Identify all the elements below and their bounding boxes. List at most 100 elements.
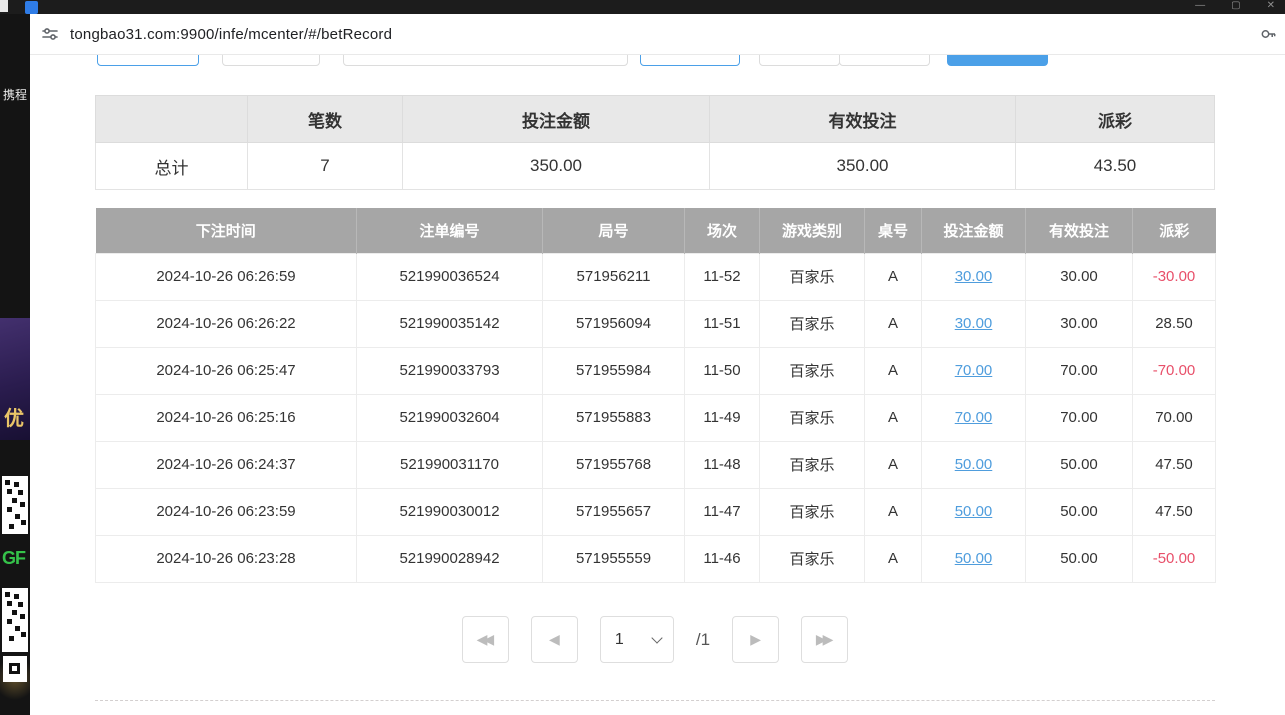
dashed-separator xyxy=(95,700,1215,701)
order-number-cell: 521990031170 xyxy=(357,441,543,488)
summary-header-valid: 有效投注 xyxy=(709,95,1015,143)
browser-titlebar: — ▢ ✕ xyxy=(0,0,1285,14)
url-text[interactable]: tongbao31.com:9900/infe/mcenter/#/betRec… xyxy=(70,26,392,43)
last-page-button[interactable]: ▶▶ xyxy=(801,616,848,663)
bet-time-cell: 2024-10-26 06:26:22 xyxy=(96,300,357,347)
order-number-cell: 521990036524 xyxy=(357,253,543,300)
browser-urlbar: tongbao31.com:9900/infe/mcenter/#/betRec… xyxy=(30,14,1285,55)
summary-total-label: 总计 xyxy=(95,143,247,190)
session-cell: 11-48 xyxy=(685,441,760,488)
pagination: ◀◀ ◀ 1 /1 ▶ ▶▶ xyxy=(95,616,1215,663)
prev-page-icon: ◀ xyxy=(549,631,560,648)
payout-cell: 47.50 xyxy=(1133,441,1216,488)
payout-cell: -30.00 xyxy=(1133,253,1216,300)
table-number-cell: A xyxy=(865,441,922,488)
table-row: 2024-10-26 06:25:47521990033793571955984… xyxy=(96,347,1216,394)
bet-time-cell: 2024-10-26 06:23:59 xyxy=(96,488,357,535)
bet-amount-link[interactable]: 30.00 xyxy=(955,268,993,285)
round-number-cell: 571955657 xyxy=(543,488,685,535)
game-type-cell: 百家乐 xyxy=(760,347,865,394)
payout-cell: 47.50 xyxy=(1133,488,1216,535)
payout-cell: -50.00 xyxy=(1133,535,1216,582)
bet-amount-link[interactable]: 50.00 xyxy=(955,456,993,473)
qr-code-1 xyxy=(2,476,28,534)
valid-bet-cell: 50.00 xyxy=(1026,535,1133,582)
order-number-cell: 521990030012 xyxy=(357,488,543,535)
first-page-icon: ◀◀ xyxy=(477,631,491,648)
table-number-cell: A xyxy=(865,488,922,535)
maximize-button[interactable]: ▢ xyxy=(1231,0,1240,13)
session-cell: 11-46 xyxy=(685,535,760,582)
game-type-cell: 百家乐 xyxy=(760,535,865,582)
summary-payout-value: 43.50 xyxy=(1015,143,1215,190)
tab-favicon-icon xyxy=(25,1,38,14)
order-number-cell: 521990028942 xyxy=(357,535,543,582)
round-number-cell: 571955984 xyxy=(543,347,685,394)
col-header-payout: 派彩 xyxy=(1133,208,1216,253)
col-header-order-number: 注单编号 xyxy=(357,208,543,253)
bet-time-cell: 2024-10-26 06:25:16 xyxy=(96,394,357,441)
table-row: 2024-10-26 06:26:59521990036524571956211… xyxy=(96,253,1216,300)
game-type-cell: 百家乐 xyxy=(760,441,865,488)
session-cell: 11-52 xyxy=(685,253,760,300)
bet-amount-link[interactable]: 70.00 xyxy=(955,362,993,379)
valid-bet-cell: 70.00 xyxy=(1026,394,1133,441)
bet-table: 下注时间 注单编号 局号 场次 游戏类别 桌号 投注金额 有效投注 派彩 202… xyxy=(95,208,1216,583)
summary-count-value: 7 xyxy=(247,143,402,190)
col-header-bet-amount: 投注金额 xyxy=(922,208,1026,253)
bet-time-cell: 2024-10-26 06:25:47 xyxy=(96,347,357,394)
table-row: 2024-10-26 06:23:28521990028942571955559… xyxy=(96,535,1216,582)
round-number-cell: 571955883 xyxy=(543,394,685,441)
bet-amount-cell: 30.00 xyxy=(922,253,1026,300)
bet-amount-cell: 50.00 xyxy=(922,535,1026,582)
bet-amount-link[interactable]: 50.00 xyxy=(955,550,993,567)
session-cell: 11-47 xyxy=(685,488,760,535)
summary-bet-value: 350.00 xyxy=(402,143,709,190)
table-row: 2024-10-26 06:24:37521990031170571955768… xyxy=(96,441,1216,488)
next-page-icon: ▶ xyxy=(750,631,761,648)
page-select[interactable]: 1 xyxy=(600,616,674,663)
table-row: 2024-10-26 06:26:22521990035142571956094… xyxy=(96,300,1216,347)
summary-header-bet: 投注金额 xyxy=(402,95,709,143)
bet-amount-cell: 70.00 xyxy=(922,347,1026,394)
game-type-cell: 百家乐 xyxy=(760,394,865,441)
payout-cell: 28.50 xyxy=(1133,300,1216,347)
col-header-session: 场次 xyxy=(685,208,760,253)
background-badge-label: 优 xyxy=(4,402,24,431)
summary-valid-value: 350.00 xyxy=(709,143,1015,190)
close-button[interactable]: ✕ xyxy=(1267,0,1275,13)
table-number-cell: A xyxy=(865,535,922,582)
col-header-game-type: 游戏类别 xyxy=(760,208,865,253)
summary-header-payout: 派彩 xyxy=(1015,95,1215,143)
prev-page-button[interactable]: ◀ xyxy=(531,616,578,663)
order-number-cell: 521990032604 xyxy=(357,394,543,441)
order-number-cell: 521990033793 xyxy=(357,347,543,394)
background-top-label: 携程 xyxy=(3,86,27,103)
next-page-button[interactable]: ▶ xyxy=(732,616,779,663)
table-number-cell: A xyxy=(865,300,922,347)
round-number-cell: 571955768 xyxy=(543,441,685,488)
col-header-table-number: 桌号 xyxy=(865,208,922,253)
summary-header-count: 笔数 xyxy=(247,95,402,143)
table-number-cell: A xyxy=(865,394,922,441)
first-page-button[interactable]: ◀◀ xyxy=(462,616,509,663)
minimize-button[interactable]: — xyxy=(1195,0,1205,13)
col-header-round-number: 局号 xyxy=(543,208,685,253)
background-logo-label: GF xyxy=(2,548,25,569)
table-row: 2024-10-26 06:25:16521990032604571955883… xyxy=(96,394,1216,441)
bet-amount-link[interactable]: 30.00 xyxy=(955,315,993,332)
bet-table-body: 2024-10-26 06:26:59521990036524571956211… xyxy=(96,253,1216,582)
valid-bet-cell: 30.00 xyxy=(1026,300,1133,347)
page: 携程 优 GF — ▢ ✕ ton xyxy=(0,0,1285,715)
last-page-icon: ▶▶ xyxy=(816,631,830,648)
bet-amount-cell: 50.00 xyxy=(922,488,1026,535)
site-info-icon[interactable] xyxy=(40,24,60,44)
background-bottom-box xyxy=(3,656,27,682)
table-header-row: 下注时间 注单编号 局号 场次 游戏类别 桌号 投注金额 有效投注 派彩 xyxy=(96,208,1216,253)
game-type-cell: 百家乐 xyxy=(760,488,865,535)
bet-amount-link[interactable]: 70.00 xyxy=(955,409,993,426)
game-type-cell: 百家乐 xyxy=(760,300,865,347)
bet-amount-link[interactable]: 50.00 xyxy=(955,503,993,520)
key-icon[interactable] xyxy=(1259,25,1279,45)
valid-bet-cell: 50.00 xyxy=(1026,441,1133,488)
